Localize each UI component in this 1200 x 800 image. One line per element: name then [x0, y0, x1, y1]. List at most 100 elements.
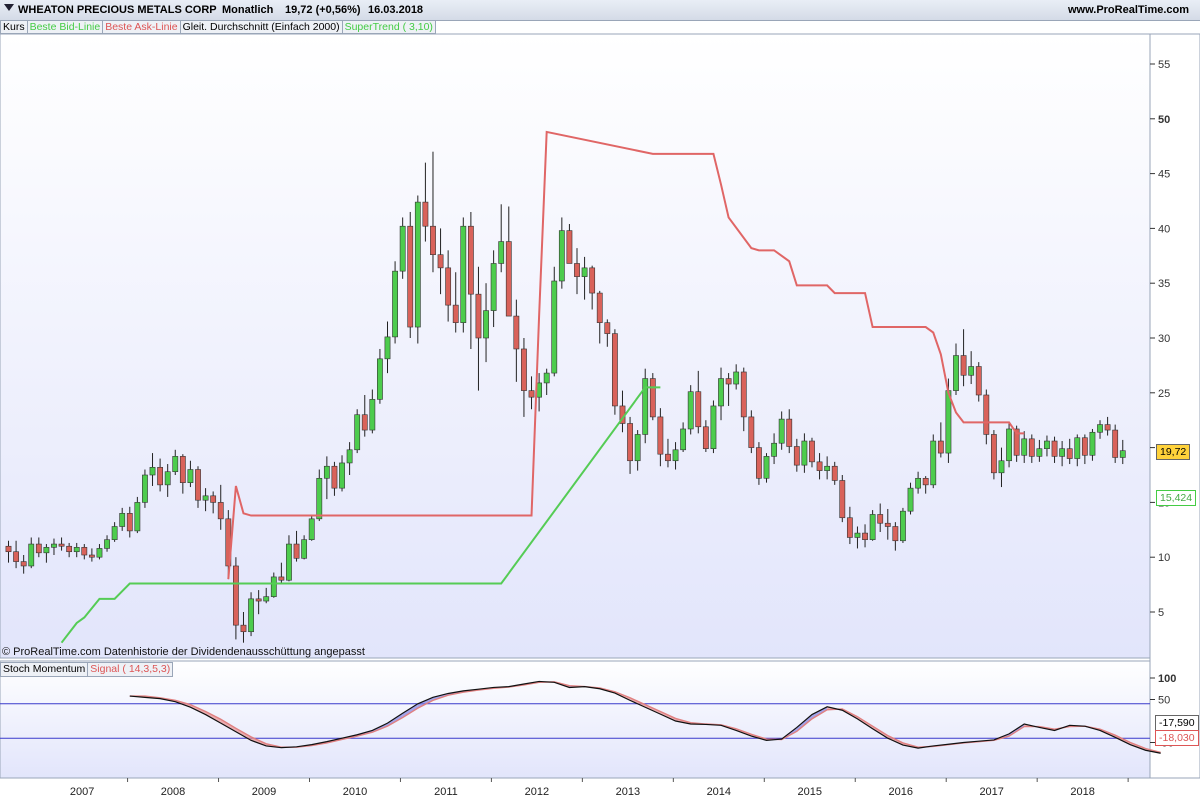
legend-label: Gleit. Durchschnitt (Einfach 2000) [182, 21, 340, 33]
candle-body [756, 447, 762, 479]
candle-body [28, 543, 35, 567]
candle-body [1028, 438, 1035, 457]
x-tick-label: 2007 [70, 786, 94, 798]
x-tick-label: 2010 [343, 786, 367, 798]
y-tick-label: 100 [1158, 673, 1176, 685]
x-tick-label: 2008 [161, 786, 185, 798]
candle-body [771, 442, 777, 457]
candle-body [702, 426, 709, 449]
candle-body [695, 391, 702, 428]
candle-body [1036, 448, 1043, 457]
candle-body [301, 539, 308, 559]
legend-tab-supertrend[interactable]: SuperTrend ( 3,10) [341, 20, 436, 34]
candle-body [1089, 431, 1096, 456]
x-tick-label: 2018 [1070, 786, 1094, 798]
candle-body [915, 477, 921, 489]
candle-body [240, 624, 247, 633]
candle-body [134, 502, 141, 532]
candle-body [490, 263, 497, 311]
candle-body [149, 467, 156, 476]
candle-body [263, 596, 270, 602]
candle-body [1097, 424, 1103, 433]
candle-body [278, 576, 285, 581]
candle-body [862, 532, 868, 540]
legend-tab-ask[interactable]: Beste Ask-Linie [102, 20, 181, 34]
indicator-tab-stoch[interactable]: Stoch Momentum [0, 662, 89, 677]
candle-body [1006, 428, 1012, 462]
indicator-label: Stoch Momentum [3, 663, 86, 675]
candle-body [657, 416, 664, 455]
candle-body [953, 355, 959, 391]
candle-body [1044, 440, 1050, 449]
candle-body [142, 474, 148, 503]
y-tick-label: 35 [1158, 278, 1170, 290]
candle-body [1119, 450, 1126, 458]
candle-body [725, 378, 732, 385]
indicator-tab-signal[interactable]: Signal ( 14,3,5,3) [87, 662, 174, 677]
legend-label: Kurs [3, 21, 25, 33]
candle-body [407, 225, 414, 328]
candle-body [687, 391, 694, 430]
legend-label: Beste Bid-Linie [29, 21, 101, 33]
candle-body [884, 522, 891, 527]
candle-body [119, 513, 126, 527]
candle-body [217, 502, 224, 520]
candle-body [960, 355, 967, 376]
legend-tab-bid[interactable]: Beste Bid-Linie [26, 20, 104, 34]
candle-body [824, 465, 831, 471]
candle-body [35, 543, 42, 554]
candle-body [354, 414, 361, 451]
candle-body [308, 518, 315, 540]
candle-body [930, 440, 937, 486]
candle-body [543, 372, 550, 384]
candle-body [452, 304, 459, 323]
candle-body [5, 545, 12, 553]
candle-body [81, 547, 88, 556]
x-tick-label: 2013 [616, 786, 640, 798]
candle-body [1112, 429, 1119, 458]
candle-body [460, 225, 467, 323]
candle-body [13, 551, 19, 562]
candle-body [786, 418, 793, 447]
candle-body [809, 440, 815, 463]
candle-body [839, 480, 846, 519]
candle-body [498, 241, 505, 264]
candle-body [157, 467, 163, 486]
candle-body [634, 434, 641, 462]
legend-tab-kurs[interactable]: Kurs [0, 20, 28, 34]
candle-body [604, 322, 611, 334]
y-tick-label: 25 [1158, 388, 1170, 400]
candle-body [126, 513, 133, 532]
candle-body [801, 440, 808, 466]
candle-body [892, 526, 899, 542]
candle-body [323, 465, 330, 479]
candle-body [983, 394, 990, 435]
candle-body [505, 241, 512, 317]
candle-body [187, 469, 194, 483]
candle-body [551, 280, 558, 374]
candle-body [649, 378, 656, 418]
chart-canvas: 5101520253035404550552007200820092010201… [0, 33, 1200, 798]
candle-body [339, 462, 345, 489]
candle-body [589, 267, 596, 294]
candle-body [475, 293, 482, 339]
candle-body [1059, 448, 1066, 457]
candle-body [346, 449, 353, 464]
legend-tab-sma[interactable]: Gleit. Durchschnitt (Einfach 2000) [179, 20, 343, 34]
candle-body [111, 526, 118, 540]
indicator-panel-bg [0, 660, 1151, 779]
candle-body [1074, 437, 1081, 459]
candle-body [1021, 438, 1028, 456]
y-tick-label: 50 [1158, 114, 1170, 126]
x-tick-label: 2009 [252, 786, 276, 798]
candle-body [521, 348, 527, 391]
candle-body [202, 495, 209, 501]
candle-body [740, 371, 747, 418]
candle-body [793, 446, 800, 466]
candle-body [846, 517, 853, 538]
candle-body [611, 333, 618, 407]
candle-body [680, 428, 687, 451]
candle-body [483, 310, 489, 339]
candle-body [998, 460, 1005, 474]
candle-body [1051, 440, 1058, 457]
